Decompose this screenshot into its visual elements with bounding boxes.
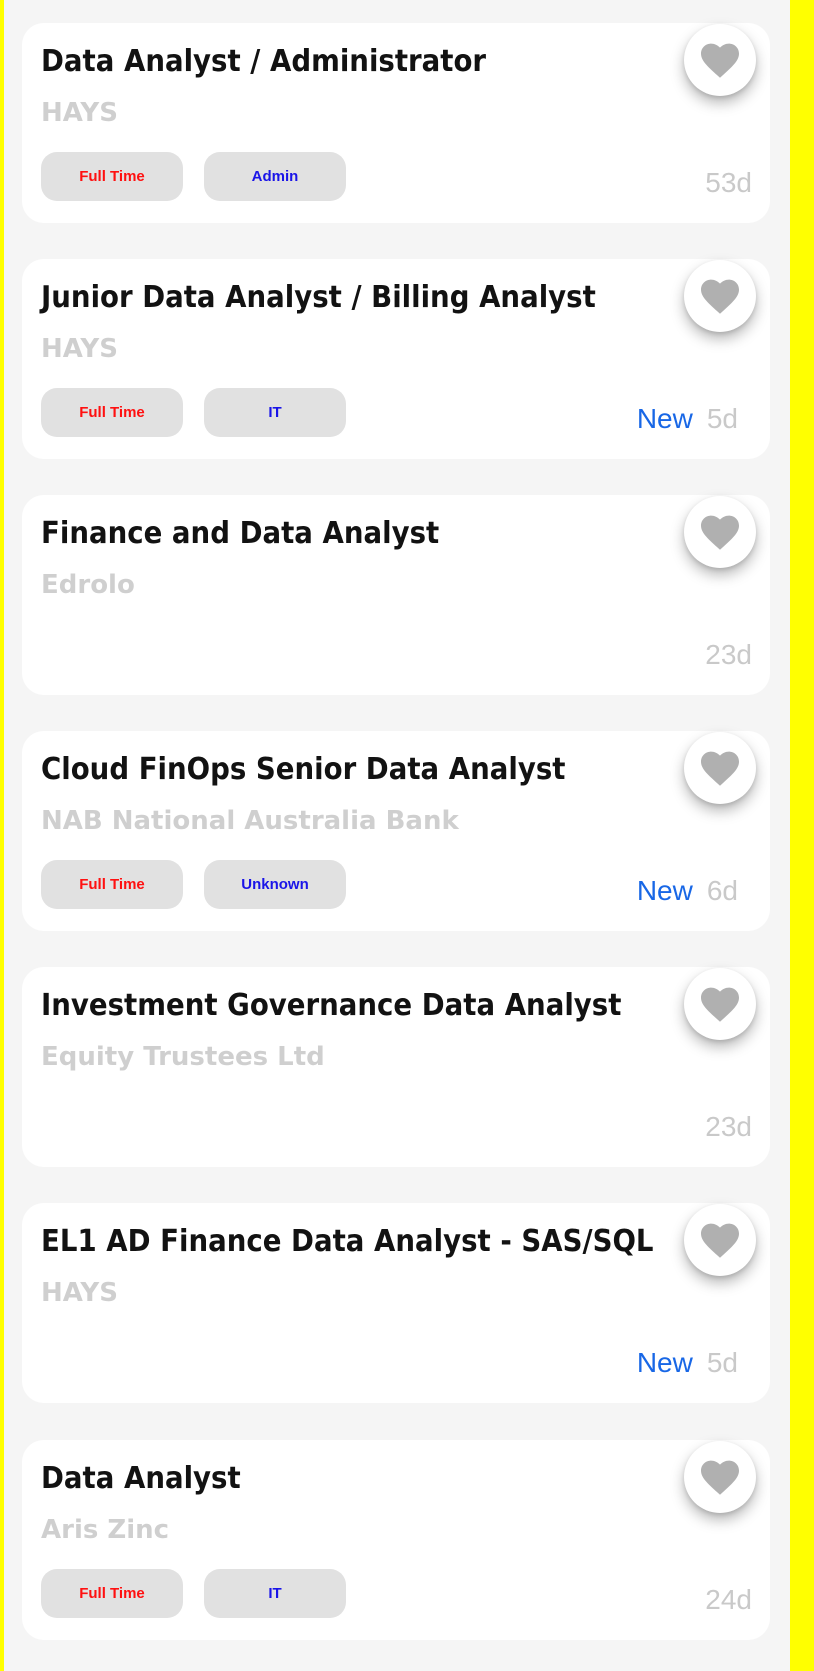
job-meta: New 5d <box>637 403 752 435</box>
job-meta: 23d <box>705 639 752 671</box>
job-title: Investment Governance Data Analyst <box>41 988 622 1023</box>
favorite-button[interactable] <box>684 1204 756 1276</box>
job-card[interactable]: Junior Data Analyst / Billing Analyst HA… <box>22 259 770 459</box>
job-meta: New 5d <box>637 1347 752 1379</box>
job-tags: Full Time Admin <box>41 152 346 201</box>
favorite-button[interactable] <box>684 968 756 1040</box>
category-tag[interactable]: Unknown <box>204 860 346 909</box>
heart-icon <box>701 43 739 78</box>
job-list[interactable]: Data Analyst / Administrator HAYS Full T… <box>4 0 790 1671</box>
employment-type-tag[interactable]: Full Time <box>41 860 183 909</box>
job-title: Data Analyst <box>41 1461 241 1496</box>
job-card[interactable]: Investment Governance Data Analyst Equit… <box>22 967 770 1167</box>
posted-age: 53d <box>705 167 752 198</box>
new-badge: New <box>636 403 693 434</box>
job-card[interactable]: Cloud FinOps Senior Data Analyst NAB Nat… <box>22 731 770 931</box>
job-meta: New 6d <box>637 875 752 907</box>
posted-age: 24d <box>705 1584 752 1615</box>
heart-icon <box>701 279 739 314</box>
company-name: Equity Trustees Ltd <box>41 1042 325 1072</box>
new-badge: New <box>636 875 693 906</box>
company-name: NAB National Australia Bank <box>41 806 459 836</box>
heart-icon <box>701 751 739 786</box>
company-name: Aris Zinc <box>41 1515 170 1545</box>
job-meta: 23d <box>705 1111 752 1143</box>
favorite-button[interactable] <box>684 496 756 568</box>
job-title: EL1 AD Finance Data Analyst - SAS/SQL <box>41 1224 654 1259</box>
company-name: HAYS <box>41 98 118 128</box>
job-tags: Full Time Unknown <box>41 860 346 909</box>
heart-icon <box>701 1223 739 1258</box>
posted-age: 5d <box>706 1347 738 1378</box>
favorite-button[interactable] <box>684 260 756 332</box>
posted-age: 5d <box>706 403 738 434</box>
category-tag[interactable]: IT <box>204 1569 346 1618</box>
job-title: Finance and Data Analyst <box>41 516 440 551</box>
favorite-button[interactable] <box>684 24 756 96</box>
job-meta: 53d <box>705 167 752 199</box>
company-name: Edrolo <box>41 570 135 600</box>
favorite-button[interactable] <box>684 1441 756 1513</box>
employment-type-tag[interactable]: Full Time <box>41 388 183 437</box>
category-tag[interactable]: IT <box>204 388 346 437</box>
job-tags: Full Time IT <box>41 1569 346 1618</box>
favorite-button[interactable] <box>684 732 756 804</box>
job-title: Data Analyst / Administrator <box>41 44 487 79</box>
posted-age: 6d <box>706 875 738 906</box>
posted-age: 23d <box>705 639 752 670</box>
heart-icon <box>701 515 739 550</box>
category-tag[interactable]: Admin <box>204 152 346 201</box>
job-card[interactable]: Finance and Data Analyst Edrolo 23d <box>22 495 770 695</box>
employment-type-tag[interactable]: Full Time <box>41 152 183 201</box>
company-name: HAYS <box>41 334 118 364</box>
job-card[interactable]: Data Analyst Aris Zinc Full Time IT 24d <box>22 1440 770 1640</box>
heart-icon <box>701 987 739 1022</box>
job-card[interactable]: Data Analyst / Administrator HAYS Full T… <box>22 23 770 223</box>
job-title: Cloud FinOps Senior Data Analyst <box>41 752 566 787</box>
employment-type-tag[interactable]: Full Time <box>41 1569 183 1618</box>
heart-icon <box>701 1460 739 1495</box>
company-name: HAYS <box>41 1278 118 1308</box>
job-tags: Full Time IT <box>41 388 346 437</box>
job-title: Junior Data Analyst / Billing Analyst <box>41 280 596 315</box>
job-meta: 24d <box>705 1584 752 1616</box>
posted-age: 23d <box>705 1111 752 1142</box>
new-badge: New <box>636 1347 693 1378</box>
job-card[interactable]: EL1 AD Finance Data Analyst - SAS/SQL HA… <box>22 1203 770 1403</box>
